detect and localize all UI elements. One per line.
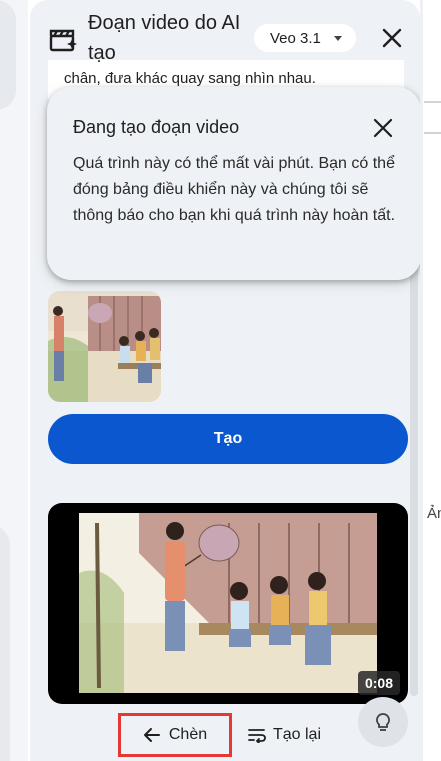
video-frame xyxy=(79,513,377,693)
reference-image-thumbnail[interactable] xyxy=(48,291,161,402)
background-shape xyxy=(0,0,16,110)
scrollbar[interactable] xyxy=(410,236,418,696)
document-line xyxy=(424,132,441,134)
arrow-left-icon xyxy=(143,728,160,742)
model-selector[interactable]: Veo 3.1 xyxy=(254,24,356,52)
close-icon[interactable] xyxy=(372,117,394,139)
create-button[interactable]: Tạo xyxy=(48,414,408,464)
wrap-text-icon xyxy=(248,729,266,743)
document-edge xyxy=(420,0,441,761)
chevron-down-icon xyxy=(334,36,342,41)
clapper-ai-icon xyxy=(49,29,77,52)
lightbulb-icon xyxy=(376,713,390,731)
regenerate-button-label: Tạo lại xyxy=(272,726,322,743)
document-line xyxy=(424,101,441,103)
video-generation-panel: chân, đưa khác quay sang nhìn nhau. Đoạn… xyxy=(30,0,420,761)
panel-title: Đoạn video do AI tạo xyxy=(88,12,241,64)
tips-button[interactable] xyxy=(358,697,408,747)
reference-illustration xyxy=(48,291,161,402)
close-icon[interactable] xyxy=(380,26,404,50)
insert-button[interactable]: Chèn xyxy=(118,713,232,757)
document-edge-line xyxy=(420,0,423,761)
popup-body: Quá trình này có thể mất vài phút. Bạn c… xyxy=(73,155,396,224)
insert-button-label: Chèn xyxy=(168,726,208,743)
model-selector-value: Veo 3.1 xyxy=(270,29,321,47)
panel-header: Đoạn video do AI tạo Veo 3.1 xyxy=(30,0,420,70)
video-duration-badge: 0:08 xyxy=(358,671,400,695)
popup-title: Đang tạo đoạn video xyxy=(73,117,240,137)
generating-notice-popup: Đang tạo đoạn video Quá trình này có thể… xyxy=(47,87,420,280)
generated-video-player[interactable] xyxy=(48,503,408,704)
regenerate-button[interactable]: Tạo lại xyxy=(236,716,332,754)
background-left xyxy=(0,0,28,761)
background-shape xyxy=(0,525,10,761)
document-text-fragment: Ản xyxy=(427,505,441,522)
